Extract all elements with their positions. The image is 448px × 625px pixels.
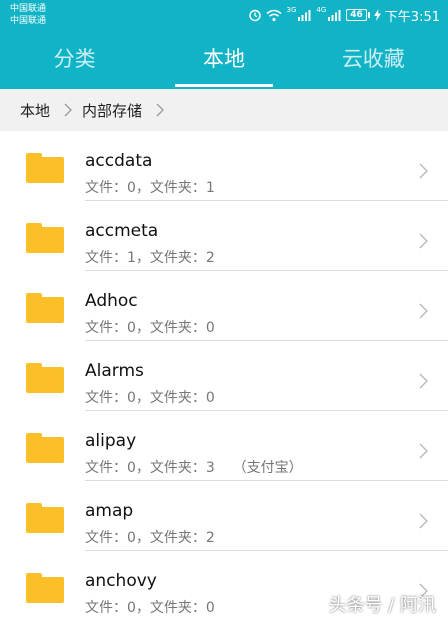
signal-icon — [298, 10, 311, 21]
folder-icon — [26, 153, 64, 183]
folder-meta: 文件：0，文件夹：0 — [85, 600, 215, 616]
carrier-label: 中国联通 — [10, 16, 47, 26]
chevron-right-icon — [419, 303, 428, 319]
tab-local[interactable]: 本地 — [149, 34, 298, 89]
battery-icon: 46 — [346, 9, 370, 21]
folder-meta: 文件：1，文件夹：2 — [85, 250, 215, 266]
folder-icon — [26, 433, 64, 463]
chevron-right-icon — [419, 513, 428, 529]
folder-icon — [26, 293, 64, 323]
folder-name: anchovy — [85, 571, 157, 591]
list-item[interactable]: alipay 文件：0，文件夹：3 （支付宝） — [0, 411, 448, 481]
alarm-icon — [249, 9, 262, 22]
status-bar: 中国联通 中国联通 3G 4G 46 下午3:51 — [0, 0, 448, 30]
chevron-right-icon — [419, 443, 428, 459]
breadcrumb-item-local[interactable]: 本地 — [20, 100, 50, 121]
chevron-right-icon — [156, 103, 164, 117]
folder-meta: 文件：0，文件夹：3 （支付宝） — [85, 460, 303, 476]
folder-name: accdata — [85, 151, 153, 171]
folder-meta: 文件：0，文件夹：0 — [85, 390, 215, 406]
carrier-label: 中国联通 — [10, 4, 47, 14]
file-list: accdata 文件：0，文件夹：1 accmeta 文件：1，文件夹：2 Ad… — [0, 131, 448, 625]
chevron-right-icon — [419, 373, 428, 389]
list-item[interactable]: Adhoc 文件：0，文件夹：0 — [0, 271, 448, 341]
list-item[interactable]: accmeta 文件：1，文件夹：2 — [0, 201, 448, 271]
app-header: 中国联通 中国联通 3G 4G 46 下午3:51 分类 本地 云收藏 — [0, 0, 448, 89]
folder-icon — [26, 363, 64, 393]
folder-icon — [26, 573, 64, 603]
battery-level: 46 — [346, 9, 367, 21]
wifi-icon — [266, 9, 282, 21]
chevron-right-icon — [419, 233, 428, 249]
list-item[interactable]: Alarms 文件：0，文件夹：0 — [0, 341, 448, 411]
network-type-label: 4G — [316, 6, 327, 14]
folder-meta: 文件：0，文件夹：1 — [85, 180, 215, 196]
folder-name: Adhoc — [85, 291, 138, 311]
status-icons: 3G 4G 46 下午3:51 — [248, 5, 440, 25]
tab-cloud-favorites[interactable]: 云收藏 — [299, 34, 448, 89]
chevron-right-icon — [64, 103, 72, 117]
list-item[interactable]: amap 文件：0，文件夹：2 — [0, 481, 448, 551]
clock: 下午3:51 — [384, 9, 440, 25]
folder-name: accmeta — [85, 221, 159, 241]
folder-meta: 文件：0，文件夹：0 — [85, 320, 215, 336]
charging-icon — [373, 9, 381, 21]
network-type-label: 3G — [286, 6, 297, 14]
tab-categories[interactable]: 分类 — [0, 34, 149, 89]
watermark-label: 头条号 / 阿汛 — [328, 595, 436, 616]
breadcrumb-item-internal-storage[interactable]: 内部存储 — [82, 100, 142, 121]
folder-icon — [26, 223, 64, 253]
carrier-info: 中国联通 中国联通 — [10, 3, 46, 27]
signal-icon — [328, 10, 341, 21]
breadcrumb: 本地 内部存储 — [0, 89, 448, 131]
folder-icon — [26, 503, 64, 533]
folder-meta: 文件：0，文件夹：2 — [85, 530, 215, 546]
folder-name: alipay — [85, 431, 137, 451]
battery-tip — [367, 12, 370, 18]
list-item[interactable]: accdata 文件：0，文件夹：1 — [0, 131, 448, 201]
chevron-right-icon — [419, 163, 428, 179]
folder-name: Alarms — [85, 361, 144, 381]
tab-bar: 分类 本地 云收藏 — [0, 34, 448, 89]
folder-name: amap — [85, 501, 134, 521]
